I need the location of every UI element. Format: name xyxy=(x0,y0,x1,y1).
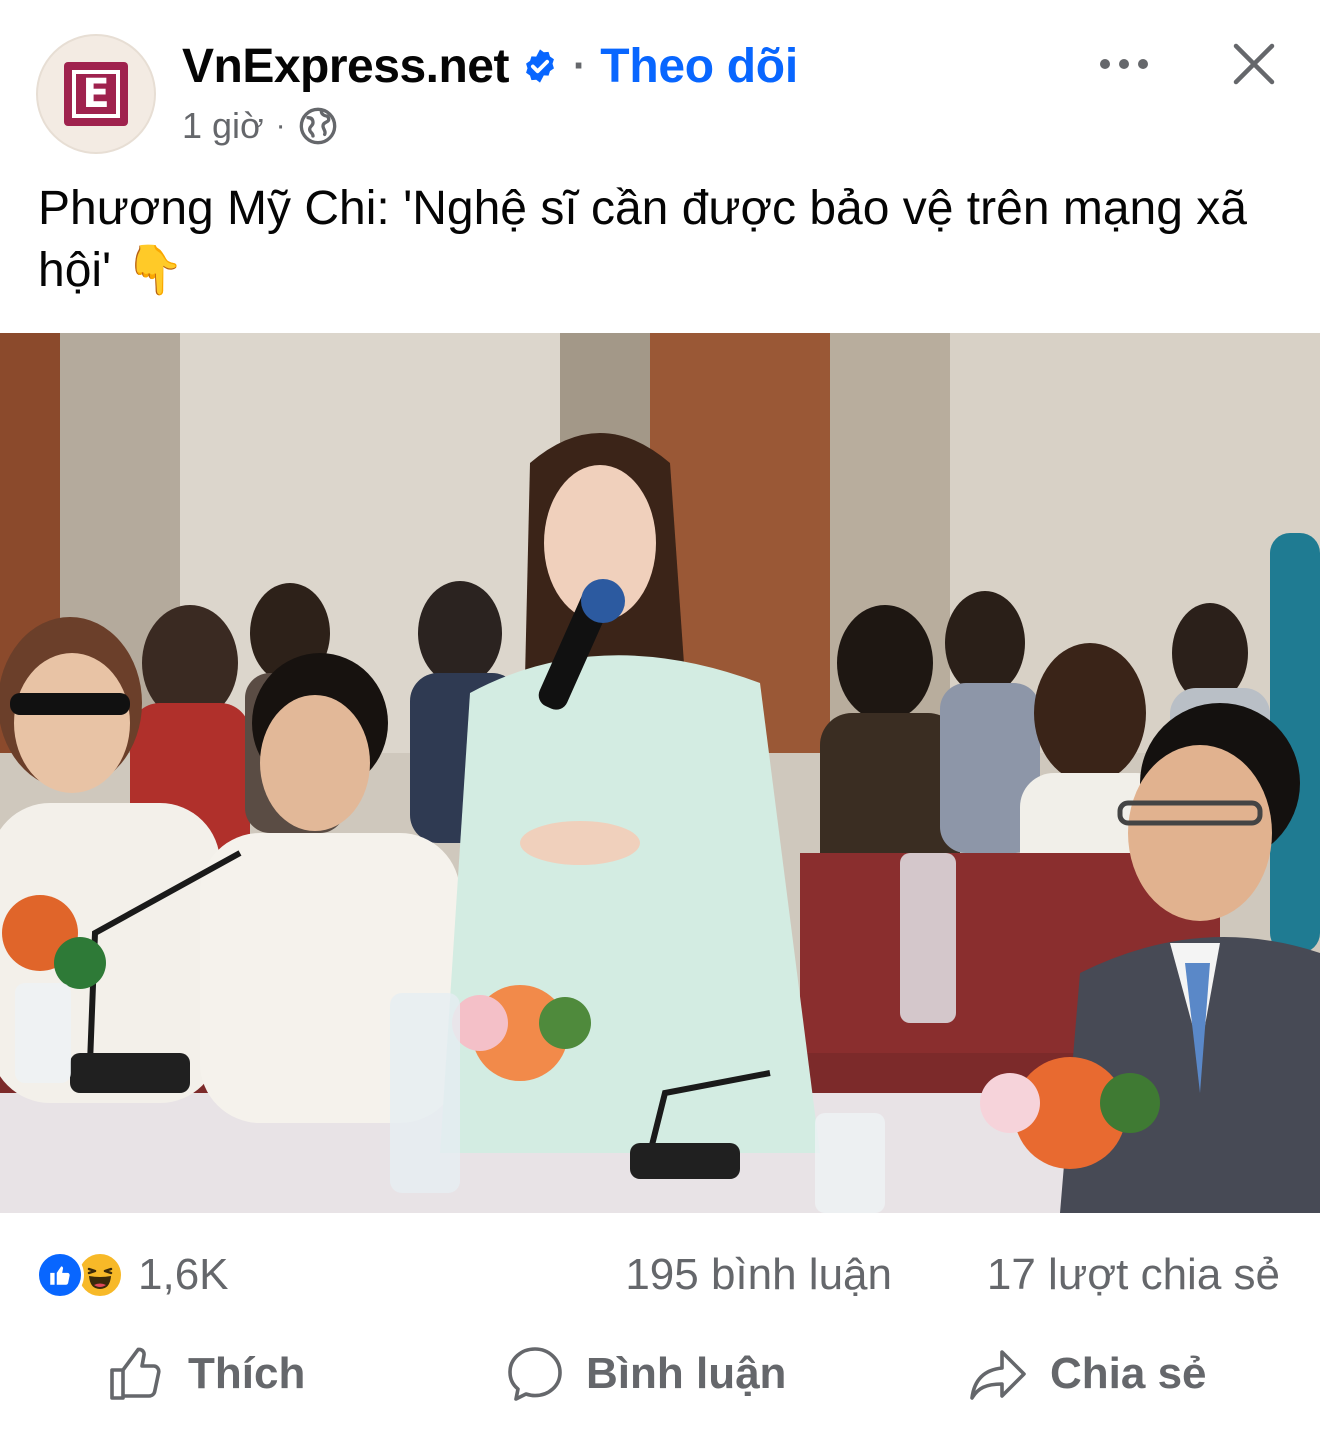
post-meta: 1 giờ · xyxy=(182,104,338,148)
post-photo[interactable] xyxy=(0,333,1320,1213)
shares-count[interactable]: 17 lượt chia sẻ xyxy=(987,1250,1280,1300)
separator-dot: · xyxy=(275,109,286,142)
comments-count[interactable]: 195 bình luận xyxy=(625,1250,892,1300)
thumbs-up-icon xyxy=(110,1347,161,1400)
like-label: Thích xyxy=(188,1349,306,1398)
share-arrow-icon xyxy=(970,1350,1026,1400)
close-icon xyxy=(1233,43,1275,85)
follow-button[interactable]: Theo dõi xyxy=(600,39,798,94)
page-avatar[interactable]: E xyxy=(36,34,156,154)
post-caption: Phương Mỹ Chi: 'Nghệ sĩ cần được bảo vệ … xyxy=(38,182,1247,297)
share-label: Chia sẻ xyxy=(1050,1349,1207,1398)
comment-label: Bình luận xyxy=(586,1349,787,1398)
separator-dot: · xyxy=(572,43,587,88)
more-horizontal-icon xyxy=(1100,59,1148,69)
page-name[interactable]: VnExpress.net xyxy=(182,39,509,94)
vnexpress-logo-icon: E xyxy=(64,62,128,126)
comment-bubble-icon xyxy=(508,1347,562,1401)
reactions-count: 1,6K xyxy=(138,1250,229,1299)
globe-icon xyxy=(299,107,336,145)
like-reaction-icon xyxy=(36,1251,84,1299)
comment-button[interactable]: Bình luận xyxy=(506,1344,786,1404)
verified-badge-icon xyxy=(526,49,554,83)
share-button[interactable]: Chia sẻ xyxy=(968,1344,1207,1404)
close-button[interactable] xyxy=(1224,34,1284,94)
more-options-button[interactable] xyxy=(1094,40,1154,88)
post-stats: 1,6K 195 bình luận 17 lượt chia sẻ xyxy=(0,1228,1320,1328)
post-header: E VnExpress.net · Theo dõi 1 giờ · xyxy=(0,0,1320,160)
like-button[interactable]: Thích xyxy=(108,1344,305,1404)
post-time[interactable]: 1 giờ xyxy=(182,105,264,147)
page-name-row: VnExpress.net · Theo dõi xyxy=(182,36,798,96)
post-actions: Thích Bình luận Chia sẻ xyxy=(0,1328,1320,1428)
reactions-summary[interactable]: 1,6K xyxy=(36,1250,229,1300)
